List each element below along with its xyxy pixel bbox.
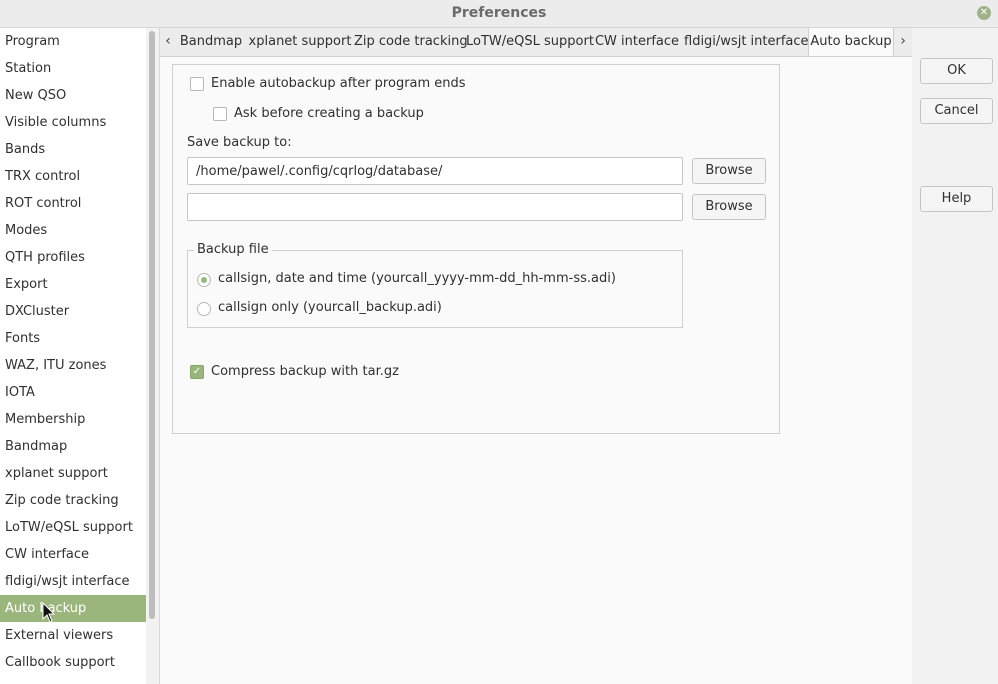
sidebar-item-export[interactable]: Export xyxy=(0,271,146,298)
sidebar-item-station[interactable]: Station xyxy=(0,55,146,82)
ok-button[interactable]: OK xyxy=(920,58,993,84)
datetime-option-label: callsign, date and time (yourcall_yyyy-m… xyxy=(218,271,616,286)
sidebar-item-qth-profiles[interactable]: QTH profiles xyxy=(0,244,146,271)
tab-fldigi-wsjt-interface[interactable]: fldigi/wsjt interface xyxy=(684,28,809,56)
sidebar-item-iota[interactable]: IOTA xyxy=(0,379,146,406)
sidebar-item-rot-control[interactable]: ROT control xyxy=(0,190,146,217)
compress-backup-checkbox[interactable]: ✓ xyxy=(190,365,204,379)
enable-autobackup-label: Enable autobackup after program ends xyxy=(211,76,466,91)
mouse-pointer-icon xyxy=(42,602,56,623)
backup-file-title: Backup file xyxy=(194,242,272,257)
ask-before-backup-checkbox[interactable] xyxy=(213,107,227,121)
sidebar-item-lotw-eqsl-support[interactable]: LoTW/eQSL support xyxy=(0,514,146,541)
auto-backup-group: Enable autobackup after program ends Ask… xyxy=(172,64,780,434)
enable-autobackup-checkbox[interactable] xyxy=(190,77,204,91)
tab-lotw-eqsl-support[interactable]: LoTW/eQSL support xyxy=(466,28,594,56)
sidebar-item-fonts[interactable]: Fonts xyxy=(0,325,146,352)
title-bar: Preferences ✕ xyxy=(0,0,998,28)
sidebar-scrollbar[interactable] xyxy=(146,28,160,684)
tab-cw-interface[interactable]: CW interface xyxy=(594,28,680,56)
sidebar-item-bands[interactable]: Bands xyxy=(0,136,146,163)
save-backup-to-label: Save backup to: xyxy=(187,135,292,150)
sidebar-item-fldigi-wsjt-interface[interactable]: fldigi/wsjt interface xyxy=(0,568,146,595)
sidebar-item-cw-interface[interactable]: CW interface xyxy=(0,541,146,568)
tab-bandmap[interactable]: Bandmap xyxy=(176,28,246,56)
datetime-radio[interactable] xyxy=(197,273,211,287)
window-title: Preferences xyxy=(451,5,547,21)
sidebar-item-dxcluster[interactable]: DXCluster xyxy=(0,298,146,325)
tab-zip-code-tracking[interactable]: Zip code tracking xyxy=(354,28,468,56)
compress-backup-label: Compress backup with tar.gz xyxy=(211,364,399,379)
sidebar-item-xplanet-support[interactable]: xplanet support xyxy=(0,460,146,487)
sidebar-scrollbar-thumb[interactable] xyxy=(149,31,155,619)
ask-before-backup-label: Ask before creating a backup xyxy=(234,106,424,121)
tab-bar: ‹ Bandmap xplanet support Zip code track… xyxy=(160,28,912,57)
help-button[interactable]: Help xyxy=(920,186,993,212)
sidebar-item-auto-backup[interactable]: Auto backup xyxy=(0,595,146,622)
tab-scroll-right-icon[interactable]: › xyxy=(896,28,910,56)
tab-xplanet-support[interactable]: xplanet support xyxy=(248,28,352,56)
sidebar-item-program[interactable]: Program xyxy=(0,28,146,55)
auto-backup-panel: Enable autobackup after program ends Ask… xyxy=(160,57,912,684)
cancel-button[interactable]: Cancel xyxy=(920,98,993,124)
sidebar-item-zip-code-tracking[interactable]: Zip code tracking xyxy=(0,487,146,514)
backup-file-group: Backup file callsign, date and time (you… xyxy=(187,242,683,328)
browse-button[interactable]: Browse xyxy=(692,158,766,184)
sidebar-item-visible-columns[interactable]: Visible columns xyxy=(0,109,146,136)
sidebar-item-trx-control[interactable]: TRX control xyxy=(0,163,146,190)
callsign-only-option-label: callsign only (yourcall_backup.adi) xyxy=(218,300,442,315)
sidebar-item-external-viewers[interactable]: External viewers xyxy=(0,622,146,649)
sidebar-item-membership[interactable]: Membership xyxy=(0,406,146,433)
sidebar-item-callbook-support[interactable]: Callbook support xyxy=(0,649,146,676)
tab-auto-backup[interactable]: Auto backup xyxy=(808,28,894,56)
backup-path-field[interactable]: /home/pawel/.config/cqrlog/database/ xyxy=(187,157,683,185)
sidebar-item-bandmap[interactable]: Bandmap xyxy=(0,433,146,460)
browse-secondary-button[interactable]: Browse xyxy=(692,194,766,220)
sidebar-item-new-qso[interactable]: New QSO xyxy=(0,82,146,109)
sidebar-item-waz-itu-zones[interactable]: WAZ, ITU zones xyxy=(0,352,146,379)
secondary-backup-path-field[interactable] xyxy=(187,193,683,221)
close-icon[interactable]: ✕ xyxy=(977,6,991,20)
tab-scroll-left-icon[interactable]: ‹ xyxy=(161,28,175,56)
sidebar-item-modes[interactable]: Modes xyxy=(0,217,146,244)
preferences-sidebar: Program Station New QSO Visible columns … xyxy=(0,28,147,684)
callsign-only-radio[interactable] xyxy=(197,302,211,316)
